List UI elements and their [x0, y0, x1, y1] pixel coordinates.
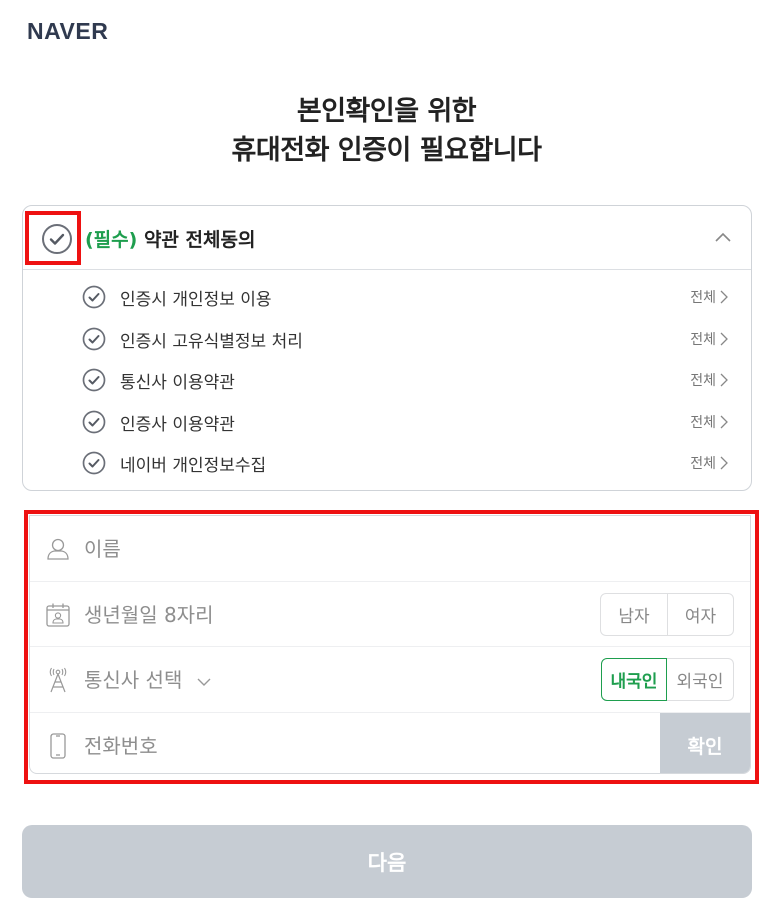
term-item[interactable]: 인증시 고유식별정보 처리 전체	[23, 325, 751, 367]
domestic-button[interactable]: 내국인	[601, 658, 667, 701]
check-circle-icon	[82, 410, 106, 433]
chevron-right-icon	[720, 373, 728, 387]
term-view-link[interactable]: 전체	[690, 453, 729, 473]
term-item[interactable]: 통신사 이용약관 전체	[23, 366, 751, 408]
term-label: 인증시 개인정보 이용	[120, 290, 272, 310]
carrier-select-label: 통신사 선택	[84, 668, 183, 692]
check-circle-icon	[42, 224, 72, 254]
view-label: 전체	[690, 290, 716, 306]
term-item[interactable]: 인증시 개인정보 이용 전체	[23, 283, 751, 325]
gender-male-button[interactable]: 남자	[601, 594, 667, 635]
calendar-icon	[46, 603, 70, 627]
check-circle-icon	[82, 327, 106, 350]
chevron-right-icon	[720, 456, 728, 470]
phone-field[interactable]: 전화번호 확인	[30, 712, 750, 773]
identity-form: 이름 생년월일 8자리 남자 여자 통신사 선택 내국인 외국인 전화번호 확인	[29, 515, 751, 774]
term-checkbox[interactable]	[82, 410, 106, 438]
view-label: 전체	[690, 331, 716, 348]
phone-input[interactable]: 전화번호	[84, 730, 158, 759]
agree-all-text: 약관 전체동의	[143, 229, 256, 251]
chevron-down-icon	[197, 678, 211, 686]
chevron-up-icon	[715, 232, 731, 242]
next-button[interactable]: 다음	[22, 825, 752, 898]
page-title-line2: 휴대전화 인증이 필요합니다	[231, 135, 542, 166]
nationality-toggle: 내국인 외국인	[601, 658, 734, 701]
collapse-toggle[interactable]	[713, 228, 733, 248]
term-label: 인증시 고유식별정보 처리	[120, 331, 303, 352]
chevron-right-icon	[720, 415, 728, 428]
check-circle-icon	[82, 451, 106, 475]
page-title: 본인확인을 위한 휴대전화 인증이 필요합니다	[0, 92, 773, 170]
carrier-select[interactable]: 통신사 선택	[84, 664, 211, 693]
term-checkbox[interactable]	[82, 285, 106, 313]
name-input[interactable]: 이름	[84, 533, 121, 562]
view-label: 전체	[690, 373, 716, 389]
term-label: 네이버 개인정보수집	[120, 456, 267, 476]
term-view-link[interactable]: 전체	[690, 287, 729, 307]
term-checkbox[interactable]	[82, 451, 106, 479]
check-circle-icon	[82, 285, 106, 309]
term-view-link[interactable]: 전체	[690, 412, 729, 432]
chevron-right-icon	[720, 332, 728, 345]
terms-agreement-panel: (필수) 약관 전체동의 인증시 개인정보 이용 전체 인증시 고유식별정보 처…	[22, 205, 752, 491]
term-view-link[interactable]: 전체	[690, 329, 729, 349]
check-circle-icon	[82, 368, 106, 392]
term-item[interactable]: 네이버 개인정보수집 전체	[23, 449, 751, 491]
agree-all-row[interactable]: (필수) 약관 전체동의	[23, 206, 751, 270]
birth-field[interactable]: 생년월일 8자리 남자 여자	[30, 582, 750, 647]
required-tag: (필수)	[85, 229, 138, 251]
view-label: 전체	[690, 414, 716, 431]
naver-logo: NAVER	[27, 18, 109, 44]
chevron-right-icon	[720, 290, 728, 304]
term-checkbox[interactable]	[82, 327, 106, 355]
gender-female-button[interactable]: 여자	[667, 593, 733, 635]
term-label: 인증사 이용약관	[120, 414, 235, 435]
name-field[interactable]: 이름	[30, 516, 750, 582]
view-label: 전체	[690, 456, 716, 472]
person-icon	[47, 538, 69, 560]
page-title-line1: 본인확인을 위한	[296, 96, 477, 127]
gender-toggle: 남자 여자	[600, 592, 734, 636]
foreigner-button[interactable]: 외국인	[667, 658, 734, 701]
term-item[interactable]: 인증사 이용약관 전체	[23, 408, 751, 450]
carrier-field[interactable]: 통신사 선택 내국인 외국인	[30, 647, 750, 713]
terms-list: 인증시 개인정보 이용 전체 인증시 고유식별정보 처리 전체 통신사 이용약관…	[23, 270, 751, 491]
birth-input[interactable]: 생년월일 8자리	[84, 599, 213, 628]
agree-all-checkbox[interactable]	[41, 223, 73, 259]
term-view-link[interactable]: 전체	[690, 370, 729, 390]
confirm-button[interactable]: 확인	[660, 712, 750, 773]
term-checkbox[interactable]	[82, 368, 106, 396]
term-label: 통신사 이용약관	[120, 373, 235, 393]
agree-all-label[interactable]: (필수) 약관 전체동의	[85, 225, 255, 252]
mobile-phone-icon	[50, 732, 66, 759]
antenna-tower-icon	[49, 667, 67, 693]
